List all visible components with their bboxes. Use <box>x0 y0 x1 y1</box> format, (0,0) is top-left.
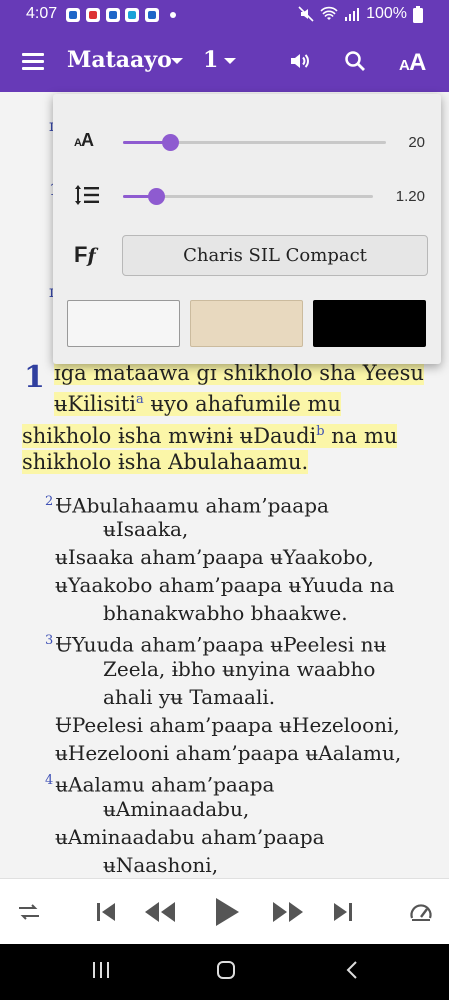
speed-icon[interactable] <box>408 895 434 929</box>
status-time: 4:07 <box>26 5 58 22</box>
text-size-value: 20 <box>408 134 425 151</box>
wifi-icon <box>320 6 338 20</box>
battery-percent: 100% <box>366 5 407 22</box>
recent-apps-icon[interactable] <box>91 960 111 985</box>
play-icon[interactable] <box>213 895 241 929</box>
text-size-slider[interactable] <box>123 134 386 151</box>
verse-line: 4 ʉAalamu aham’paapa <box>45 772 275 797</box>
verse-line: ʉIsaaka aham’paapa ʉYaakobo, <box>55 545 374 569</box>
chapter-selector[interactable]: 1 <box>203 47 218 73</box>
verse-line: ʉAminaadabu aham’paapa <box>55 825 325 849</box>
verse-line: 3 ɄYuuda aham’paapa ʉPeelesi nʉ <box>45 632 387 657</box>
verse-line: ʉAminaadabu, <box>103 797 250 821</box>
text-size-icon: AA <box>74 129 98 154</box>
font-selector-button[interactable]: Charis SIL Compact <box>122 235 428 276</box>
skip-next-icon[interactable] <box>330 895 356 929</box>
footnote-a[interactable]: a <box>136 392 144 407</box>
repeat-icon[interactable] <box>17 895 41 929</box>
system-navigation-bar <box>0 944 449 1000</box>
verse-line: ɄPeelesi aham’paapa ʉHezelooni, <box>55 713 400 737</box>
verse-line: Zeela, ɨbho ʉnyina waabho <box>103 657 376 681</box>
back-icon[interactable] <box>343 960 363 985</box>
line-spacing-icon <box>74 184 100 211</box>
notification-app-icon <box>86 8 100 22</box>
notification-app-icon <box>106 8 120 22</box>
skip-previous-icon[interactable] <box>93 895 119 929</box>
chevron-down-icon[interactable] <box>224 58 236 64</box>
more-notifications-dot <box>170 12 176 18</box>
text-size-icon[interactable]: AA <box>398 45 430 77</box>
status-bar: 4:07 100% <box>0 0 449 30</box>
speaker-icon[interactable] <box>284 45 316 77</box>
verse-1-line: ʉKilisitia ʉyo ahafumile mu <box>54 392 341 416</box>
verse-line: bhanakwabho bhaakwe. <box>103 601 348 625</box>
svg-text:A: A <box>409 49 426 74</box>
mute-icon <box>298 6 314 22</box>
theme-black-swatch[interactable] <box>313 300 426 347</box>
signal-icon <box>345 8 360 21</box>
audio-player-bar <box>0 878 449 944</box>
verse-1-line: shikholo ɨsha Abulahaamu. <box>22 450 309 474</box>
slider-thumb[interactable] <box>147 188 165 205</box>
fast-forward-icon[interactable] <box>271 895 305 929</box>
verse-number: 2 <box>45 494 54 509</box>
chevron-down-icon[interactable] <box>171 58 183 64</box>
line-height-value: 1.20 <box>395 188 425 205</box>
font-icon: Ff <box>74 242 96 267</box>
text-settings-popup: AA 20 1.20 Ff Charis SIL Compact <box>53 94 441 364</box>
verse-number: 3 <box>45 633 54 648</box>
verse-number: 4 <box>45 773 54 788</box>
chapter-number: 1 <box>24 360 45 395</box>
footnote-b[interactable]: b <box>316 424 324 439</box>
verse-line: ʉYaakobo aham’paapa ʉYuuda na <box>55 573 395 597</box>
app-bar: Mataayo 1 AA <box>0 30 449 92</box>
verse-line: ʉNaashoni, <box>103 853 219 877</box>
notification-app-icon <box>145 8 159 22</box>
home-icon[interactable] <box>216 960 236 985</box>
theme-white-swatch[interactable] <box>67 300 180 347</box>
search-icon[interactable] <box>339 45 371 77</box>
menu-icon[interactable] <box>22 53 44 70</box>
line-height-slider[interactable] <box>123 188 373 205</box>
verse-line: ahali yʉ Tamaali. <box>103 685 276 709</box>
verse-line: ʉIsaaka, <box>103 517 189 541</box>
verse-line: ʉHezelooni aham’paapa ʉAalamu, <box>55 741 402 765</box>
notification-app-icon <box>125 8 139 22</box>
rewind-icon[interactable] <box>143 895 177 929</box>
slider-thumb[interactable] <box>162 134 180 151</box>
svg-text:A: A <box>81 130 94 149</box>
notification-app-icon <box>66 8 80 22</box>
battery-icon <box>413 5 423 23</box>
theme-sepia-swatch[interactable] <box>190 300 303 347</box>
book-selector[interactable]: Mataayo <box>67 47 172 73</box>
